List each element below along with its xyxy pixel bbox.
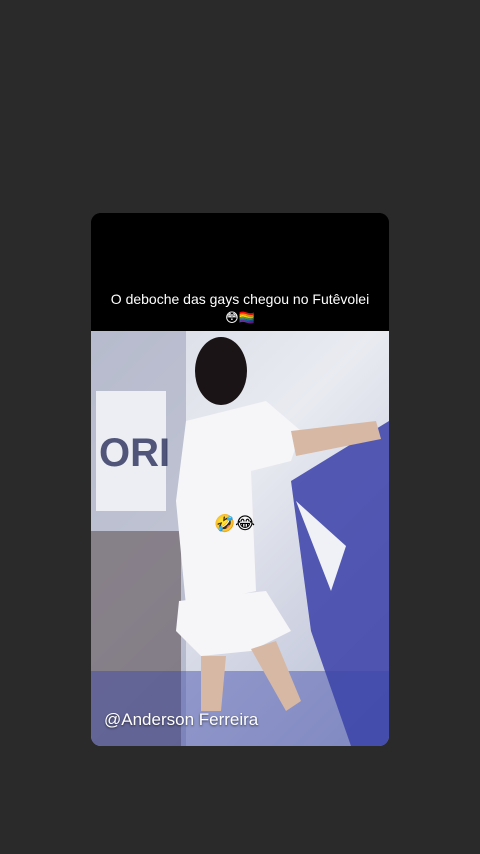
video-scene: ORI bbox=[91, 331, 389, 746]
svg-text:ORI: ORI bbox=[99, 431, 170, 475]
caption-emoji: 😳🏳️‍🌈 bbox=[225, 310, 255, 325]
caption-text: O deboche das gays chegou no Futêvolei bbox=[110, 291, 370, 307]
story-caption: O deboche das gays chegou no Futêvolei 😳… bbox=[91, 213, 389, 331]
video-frame[interactable]: ORI 🤣😂 @Anderson Ferreira bbox=[91, 331, 389, 746]
watermark-text: @Anderson Ferreira bbox=[104, 710, 259, 729]
story-card[interactable]: O deboche das gays chegou no Futêvolei 😳… bbox=[91, 213, 389, 746]
reaction-emoji: 🤣😂 bbox=[214, 514, 256, 533]
